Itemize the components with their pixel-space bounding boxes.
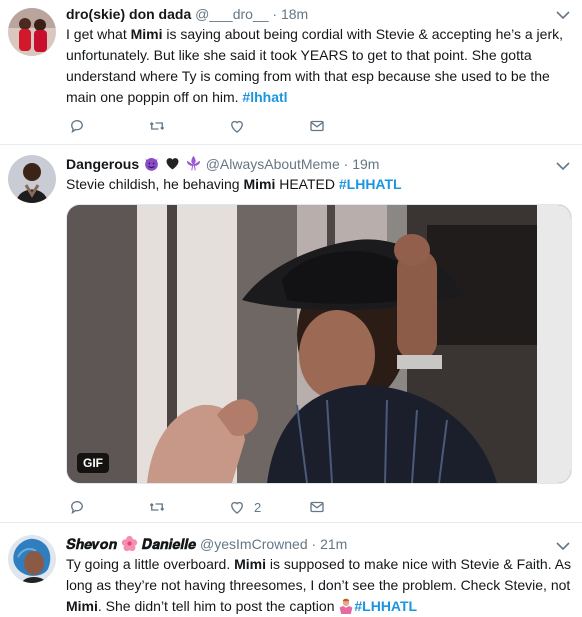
display-name[interactable]: Dangerous [66, 156, 139, 172]
tweet-header: Dangerous @AlwaysAboutMeme · 19m [66, 155, 546, 172]
gif-media[interactable]: GIF [66, 204, 572, 484]
like-count: 2 [254, 499, 262, 515]
like-icon [231, 120, 243, 133]
fleur-de-lis-emoji [186, 155, 200, 171]
hashtag-link[interactable]: #lhhatl [242, 89, 287, 105]
reply-icon [71, 120, 83, 134]
display-name[interactable]: 𝑺𝒉𝒆𝒗𝒐𝒏 [66, 536, 117, 552]
tweet-text: Ty going a little overboard. Mimi is sup… [66, 556, 572, 614]
retweet-button[interactable] [148, 497, 166, 517]
tweet-text: I get what Mimi is saying about being co… [66, 26, 564, 105]
highlight-mimi-2: Mimi [66, 598, 98, 614]
hashtag-link[interactable]: #LHHATL [339, 176, 402, 192]
dm-icon [310, 120, 324, 132]
timestamp[interactable]: 19m [352, 156, 379, 172]
like-button[interactable]: 2 [228, 497, 261, 517]
woman-shrugging-emoji [339, 598, 353, 614]
action-bar: 2 [66, 497, 366, 517]
reply-icon [71, 501, 83, 515]
avatar[interactable] [8, 155, 56, 203]
display-name-part-2[interactable]: 𝑫𝒂𝒏𝒊𝒆𝒍𝒍𝒆 [142, 536, 196, 552]
gif-frame [67, 205, 571, 483]
black-heart-emoji [166, 158, 179, 170]
tweet[interactable]: 𝑺𝒉𝒆𝒗𝒐𝒏 𝑫𝒂𝒏𝒊𝒆𝒍𝒍𝒆 @yesImCrowned · 21m Ty g… [0, 523, 582, 614]
retweet-icon [149, 503, 165, 511]
action-bar [66, 116, 366, 136]
reply-button[interactable] [68, 116, 86, 136]
caret-down-icon[interactable] [554, 159, 572, 173]
user-handle[interactable]: @yesImCrowned [200, 536, 308, 552]
dm-button[interactable] [308, 116, 326, 136]
user-handle[interactable]: @___dro__ [195, 6, 268, 22]
separator-dot: · [272, 6, 278, 22]
caret-down-icon[interactable] [554, 8, 572, 22]
devil-emoji [145, 157, 158, 171]
hashtag-link[interactable]: #LHHATL [354, 598, 417, 614]
timestamp[interactable]: 21m [320, 536, 347, 552]
reply-button[interactable] [68, 497, 86, 517]
retweet-button[interactable] [148, 116, 166, 136]
like-button[interactable] [228, 116, 246, 136]
timestamp[interactable]: 18m [281, 6, 308, 22]
caret-down-icon[interactable] [554, 539, 572, 553]
tweet-text: Stevie childish, he behaving Mimi HEATED… [66, 176, 402, 192]
avatar[interactable] [8, 8, 56, 56]
gif-badge: GIF [77, 453, 109, 473]
highlight-mimi: Mimi [130, 26, 163, 42]
tweet-header: dro(skie) don dada @___dro__ · 18m [66, 6, 546, 22]
avatar[interactable] [8, 535, 56, 583]
user-handle[interactable]: @AlwaysAboutMeme [206, 156, 340, 172]
retweet-icon [149, 122, 165, 130]
dm-icon [310, 501, 324, 513]
tweet[interactable]: dro(skie) don dada @___dro__ · 18m I get… [0, 0, 582, 145]
highlight-mimi: Mimi [243, 176, 276, 192]
hibiscus-emoji [121, 535, 137, 552]
tweet[interactable]: Dangerous @AlwaysAboutMeme · 19m Stevie … [0, 145, 582, 523]
highlight-mimi: Mimi [234, 556, 266, 572]
like-icon [231, 501, 243, 514]
display-name[interactable]: dro(skie) don dada [66, 6, 191, 22]
tweet-header: 𝑺𝒉𝒆𝒗𝒐𝒏 𝑫𝒂𝒏𝒊𝒆𝒍𝒍𝒆 @yesImCrowned · 21m [66, 535, 546, 553]
separator-dot: · [343, 156, 349, 172]
dm-button[interactable] [308, 497, 326, 517]
separator-dot: · [311, 536, 317, 552]
